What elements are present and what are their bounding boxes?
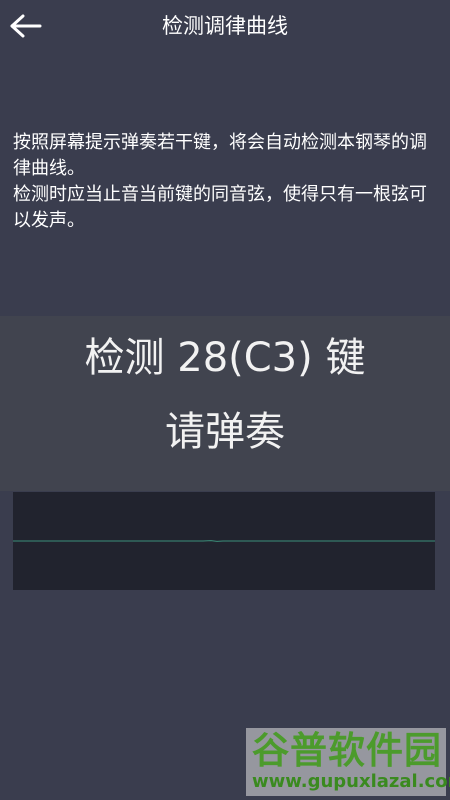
current-key-label: 检测 28(C3) 键 [84,335,366,381]
app-screen: 检测调律曲线 按照屏幕提示弹奏若干键，将会自动检测本钢琴的调律曲线。 检测时应当… [0,0,450,800]
page-title: 检测调律曲线 [162,14,288,38]
waveform-display [13,492,435,590]
waveform-line [13,540,435,542]
key-prompt-panel: 检测 28(C3) 键 请弹奏 [0,316,450,491]
watermark-logo: 谷普软件园 www.gupuxlazal.com [246,728,450,796]
play-prompt-label: 请弹奏 [165,409,285,455]
instruction-line-2: 检测时应当止音当前键的同音弦，使得只有一根弦可以发声。 [13,184,427,231]
instruction-line-1: 按照屏幕提示弹奏若干键，将会自动检测本钢琴的调律曲线。 [13,132,427,179]
instructions-text: 按照屏幕提示弹奏若干键，将会自动检测本钢琴的调律曲线。 检测时应当止音当前键的同… [13,130,433,234]
watermark-logo-text: 谷普软件园 [252,729,442,772]
watermark-url: www.gupuxlazal.com [252,771,450,792]
header-bar: 检测调律曲线 [0,0,450,52]
